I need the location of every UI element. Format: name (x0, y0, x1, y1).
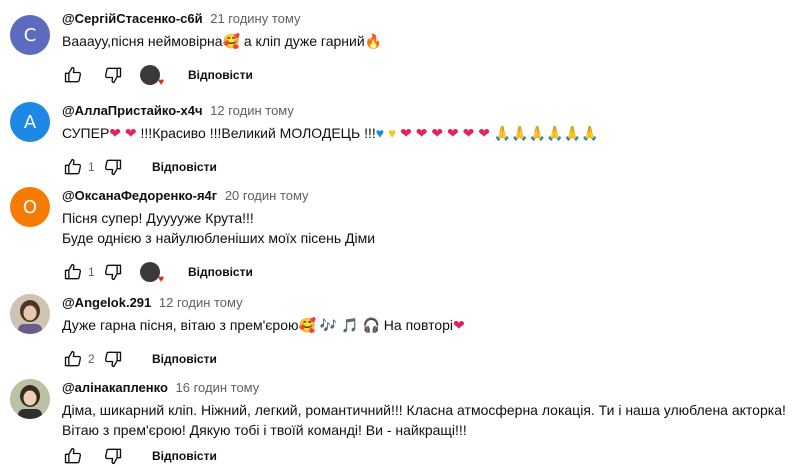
like-count: 1 (88, 160, 95, 174)
comment-author[interactable]: @алінакапленко (62, 380, 168, 395)
music-notes-emoji: 🎶 🎵 🎧 (319, 317, 380, 333)
comment-time[interactable]: 21 годину тому (210, 11, 300, 26)
comment-header: @СергійСтасенко-с6й 21 годину тому (62, 10, 790, 28)
dislike-icon[interactable] (102, 64, 124, 86)
comment-text-part: !!!Красиво !!!Великий МОЛОДЕЦЬ !!! (140, 125, 376, 141)
comment-body: @СергійСтасенко-с6й 21 годину тому Вааау… (62, 10, 790, 88)
comment-author[interactable]: @ОксанаФедоренко-я4г (62, 188, 217, 203)
comment-actions: 1 Відповісти (62, 155, 790, 179)
comment-time[interactable]: 12 годин тому (159, 295, 243, 310)
avatar[interactable]: С (10, 15, 50, 55)
comment-text: СУПЕР❤ ❤ !!!Красиво !!!Великий МОЛОДЕЦЬ … (62, 123, 790, 143)
avatar[interactable]: А (10, 102, 50, 142)
like-icon[interactable] (62, 156, 84, 178)
comment-text: Дуже гарна пісня, вітаю з прем'єрою🥰 🎶 🎵… (62, 315, 790, 335)
comment-text-part: а кліп дуже гарний (239, 33, 365, 49)
comment-text-part: Дуже гарна пісня, вітаю з прем'єрою (62, 317, 299, 333)
dislike-icon[interactable] (102, 156, 124, 178)
user-photo-icon (10, 294, 50, 334)
comment-actions: 1 ♥ Відповісти (62, 260, 790, 285)
like-icon[interactable] (62, 261, 84, 283)
comment-body: @Angelok.291 12 годин тому Дуже гарна пі… (62, 294, 790, 371)
avatar[interactable] (10, 379, 50, 419)
comment-text-part: Вааауу,пісня неймовірна (62, 33, 223, 49)
comment-time[interactable]: 20 годин тому (225, 188, 309, 203)
avatar[interactable] (10, 294, 50, 334)
dislike-icon[interactable] (102, 348, 124, 370)
reply-button[interactable]: Відповісти (146, 348, 223, 370)
comment-time[interactable]: 16 годин тому (176, 380, 260, 395)
like-count: 2 (88, 352, 95, 366)
blue-heart-emoji: ♥ (375, 125, 385, 141)
reply-button[interactable]: Відповісти (182, 64, 259, 86)
like-icon[interactable] (62, 64, 84, 86)
comment-author[interactable]: @Angelok.291 (62, 295, 151, 310)
reply-button[interactable]: Відповісти (182, 261, 259, 283)
creator-heart-icon: ♥ (140, 65, 164, 88)
comment-body: @АллаПристайко-х4ч 12 годин тому СУПЕР❤ … (62, 102, 790, 179)
comment-text-part: На повторі (379, 317, 454, 333)
comment-header: @Angelok.291 12 годин тому (62, 294, 790, 312)
comment-body: @ОксанаФедоренко-я4г 20 годин тому Пісня… (62, 187, 790, 285)
like-count: 1 (88, 265, 95, 279)
smiling-hearts-emoji: 🥰 (298, 317, 316, 333)
comment-header: @алінакапленко 16 годин тому (62, 379, 790, 397)
dislike-icon[interactable] (102, 261, 124, 283)
comment-text: Вааауу,пісня неймовірна🥰 а кліп дуже гар… (62, 31, 790, 51)
comment-author[interactable]: @АллаПристайко-х4ч (62, 103, 203, 118)
smiling-hearts-emoji: 🥰 (222, 33, 240, 49)
comment-body: @алінакапленко 16 годин тому Діма, шикар… (62, 379, 790, 468)
comment-header: @ОксанаФедоренко-я4г 20 годин тому (62, 187, 790, 205)
comment-text-part: СУПЕР (62, 125, 110, 141)
praying-hands-emoji: 🙏🙏🙏🙏🙏🙏 (493, 125, 599, 141)
like-icon[interactable] (62, 348, 84, 370)
comment-text: Діма, шикарний кліп. Ніжний, легкий, ром… (62, 402, 786, 438)
comment-actions: Відповісти (62, 444, 790, 468)
fire-emoji: 🔥 (364, 33, 383, 49)
comment-text: Пісня супер! Дууууже Крута!!! Буде одніє… (62, 210, 376, 246)
yellow-heart-emoji: ♥ (387, 125, 397, 141)
comment-actions: 2 Відповісти (62, 347, 790, 371)
heart-emoji: ❤ ❤ (109, 125, 141, 141)
user-photo-icon (10, 379, 50, 419)
comment-time[interactable]: 12 годин тому (210, 103, 294, 118)
heart-emoji: ❤ (453, 317, 465, 333)
comment-actions: ♥ Відповісти (62, 63, 790, 88)
comment-header: @АллаПристайко-х4ч 12 годин тому (62, 102, 790, 120)
reply-button[interactable]: Відповісти (146, 156, 223, 178)
creator-heart-icon: ♥ (140, 262, 164, 285)
comment-author[interactable]: @СергійСтасенко-с6й (62, 11, 203, 26)
heart-emoji: ❤ ❤ ❤ ❤ ❤ ❤ (400, 125, 494, 141)
avatar[interactable]: О (10, 187, 50, 227)
